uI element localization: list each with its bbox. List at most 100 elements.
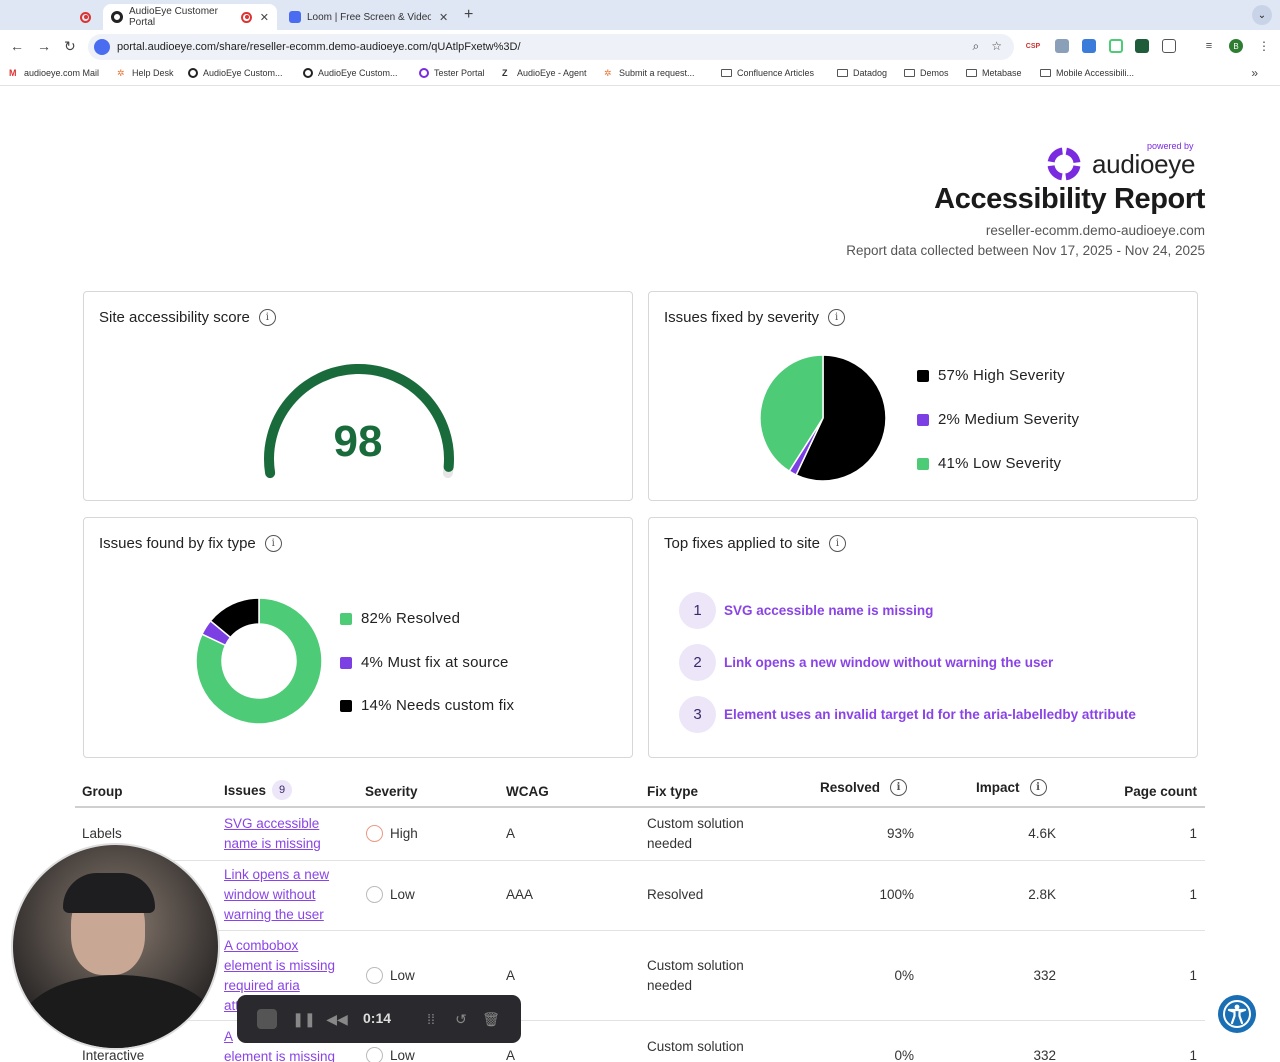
extension-icon[interactable] <box>1082 39 1096 53</box>
legend-label: 57% High Severity <box>938 367 1065 384</box>
webcam-bubble[interactable] <box>11 843 220 1050</box>
column-header-impact[interactable]: Impact i <box>976 779 1047 796</box>
stop-recording-icon[interactable] <box>257 1009 277 1029</box>
info-icon[interactable]: i <box>828 309 846 326</box>
bookmark-item[interactable]: ✲ Help Desk <box>117 68 174 78</box>
browser-toolbar: ← → ↻ portal.audioeye.com/share/reseller… <box>0 30 1280 64</box>
cell-page-count: 1 <box>1189 968 1197 983</box>
fixtype-donut-chart <box>195 597 323 725</box>
bookmark-item[interactable]: ✲ Submit a request... <box>604 68 695 78</box>
top-fix-item: 2 Link opens a new window without warnin… <box>679 644 1053 681</box>
extension-icon[interactable] <box>1055 39 1069 53</box>
bookmark-item[interactable]: AudioEye Custom... <box>303 68 398 78</box>
score-value: 98 <box>333 417 383 466</box>
cell-impact: 4.6K <box>1028 826 1056 841</box>
info-icon[interactable]: i <box>828 535 846 552</box>
rewind-icon[interactable]: ◀◀ <box>326 1009 348 1029</box>
column-header-fix-type[interactable]: Fix type <box>647 784 698 799</box>
extensions-puzzle-icon[interactable] <box>1162 39 1176 53</box>
back-arrow-icon[interactable]: ← <box>10 38 24 54</box>
legend-item-must-fix: 4% Must fix at source <box>340 654 509 671</box>
extension-icon[interactable] <box>1109 39 1123 53</box>
severity-pie-chart <box>759 354 887 482</box>
gmail-icon: M <box>9 68 17 78</box>
legend-label: 14% Needs custom fix <box>361 697 515 714</box>
bookmark-folder[interactable]: Demos <box>904 68 949 78</box>
trash-icon[interactable]: 🗑 <box>481 1009 501 1029</box>
audioeye-icon <box>188 68 198 78</box>
top-fix-link[interactable]: Link opens a new window without warning … <box>724 655 1053 670</box>
header-label: Resolved <box>820 780 881 795</box>
extension-icon[interactable] <box>1135 39 1149 53</box>
zoom-icon[interactable]: ⌕ <box>973 39 980 54</box>
cell-wcag: A <box>506 968 516 983</box>
cell-issue-link[interactable]: Link opens a new window without warning th… <box>224 865 329 925</box>
card-title: Issues fixed by severity <box>664 309 820 326</box>
accessibility-toolbar-button[interactable] <box>1218 995 1256 1033</box>
tab-search-chevron-icon[interactable]: ⌄ <box>1252 5 1272 25</box>
restart-icon[interactable]: ↺ <box>451 1009 471 1029</box>
bookmark-item[interactable]: Maudioeye.com Mail <box>9 68 99 78</box>
cell-page-count: 1 <box>1189 1048 1197 1062</box>
tab-audioeye-portal[interactable]: AudioEye Customer Portal ✕ <box>103 4 277 30</box>
site-info-icon[interactable] <box>94 39 110 55</box>
bookmark-item[interactable]: Tester Portal <box>419 68 485 78</box>
bookmark-folder[interactable]: Datadog <box>837 68 887 78</box>
new-tab-icon[interactable]: + <box>464 6 473 24</box>
topfixes-card-header: Top fixes applied to site i <box>664 535 846 552</box>
bookmark-folder[interactable]: Mobile Accessibili... <box>1040 68 1134 78</box>
column-header-group[interactable]: Group <box>82 784 123 799</box>
top-fix-link[interactable]: SVG accessible name is missing <box>724 603 933 618</box>
severity-card-header: Issues fixed by severity i <box>664 309 846 326</box>
legend-item-high: 57% High Severity <box>917 367 1065 384</box>
tab-loom[interactable]: Loom | Free Screen & Video R ✕ <box>281 4 459 30</box>
forward-arrow-icon[interactable]: → <box>37 38 51 54</box>
folder-icon <box>904 69 915 77</box>
column-header-issues[interactable]: Issues 9 <box>224 780 293 800</box>
legend-label: 82% Resolved <box>361 610 461 627</box>
cell-impact: 332 <box>1033 968 1056 983</box>
bookmark-star-icon[interactable]: ☆ <box>991 39 1002 54</box>
loom-favicon-icon <box>289 11 301 23</box>
reading-list-icon[interactable]: ≡ <box>1202 39 1216 53</box>
top-fix-link[interactable]: Element uses an invalid target Id for th… <box>724 707 1136 722</box>
column-header-wcag[interactable]: WCAG <box>506 784 549 799</box>
column-header-resolved[interactable]: Resolved i <box>820 779 908 796</box>
column-header-severity[interactable]: Severity <box>365 784 418 799</box>
tab-label: Loom | Free Screen & Video R <box>307 11 431 23</box>
cell-resolved: 0% <box>894 1048 914 1062</box>
cell-severity: Low <box>366 886 415 903</box>
legend-label: 4% Must fix at source <box>361 654 509 671</box>
cell-fix-type: Custom solution <box>647 1039 744 1054</box>
topfixes-card: Top fixes applied to site i 1 SVG access… <box>648 517 1198 758</box>
bookmark-item[interactable]: AudioEye Custom... <box>188 68 283 78</box>
cell-wcag: AAA <box>506 887 534 902</box>
hubspot-icon: ✲ <box>117 68 125 78</box>
browser-menu-icon[interactable]: ⋮ <box>1257 39 1271 53</box>
close-tab-icon[interactable]: ✕ <box>439 11 448 24</box>
reload-icon[interactable]: ↻ <box>64 38 76 55</box>
tab-recording[interactable] <box>72 4 99 30</box>
info-icon[interactable]: i <box>264 535 282 552</box>
bookmarks-overflow-icon[interactable]: » <box>1251 66 1258 80</box>
audioeye-favicon-icon <box>111 11 123 23</box>
cell-impact: 332 <box>1033 1048 1056 1062</box>
bookmark-folder[interactable]: Metabase <box>966 68 1022 78</box>
bookmark-folder[interactable]: Confluence Articles <box>721 68 814 78</box>
csp-extension-icon[interactable]: CSP <box>1026 39 1040 53</box>
drawing-grid-icon[interactable]: ⁞⁞ <box>421 1009 441 1029</box>
close-tab-icon[interactable]: ✕ <box>260 11 269 24</box>
row-divider <box>75 860 1205 861</box>
cell-issue-link[interactable]: SVG accessible name is missing <box>224 814 321 854</box>
info-icon[interactable]: i <box>890 779 908 796</box>
pause-icon[interactable]: ❚❚ <box>292 1009 315 1029</box>
cell-impact: 2.8K <box>1028 887 1056 902</box>
column-header-page-count[interactable]: Page count <box>1124 784 1197 799</box>
bookmark-item[interactable]: Z AudioEye - Agent <box>502 68 587 78</box>
brand-wordmark: audioeye <box>1092 148 1196 179</box>
profile-avatar[interactable]: B <box>1229 39 1243 53</box>
legend-swatch <box>340 612 352 625</box>
address-bar[interactable]: portal.audioeye.com/share/reseller-ecomm… <box>88 34 1014 60</box>
hubspot-icon: ✲ <box>604 68 612 78</box>
info-icon[interactable]: i <box>1029 779 1047 796</box>
